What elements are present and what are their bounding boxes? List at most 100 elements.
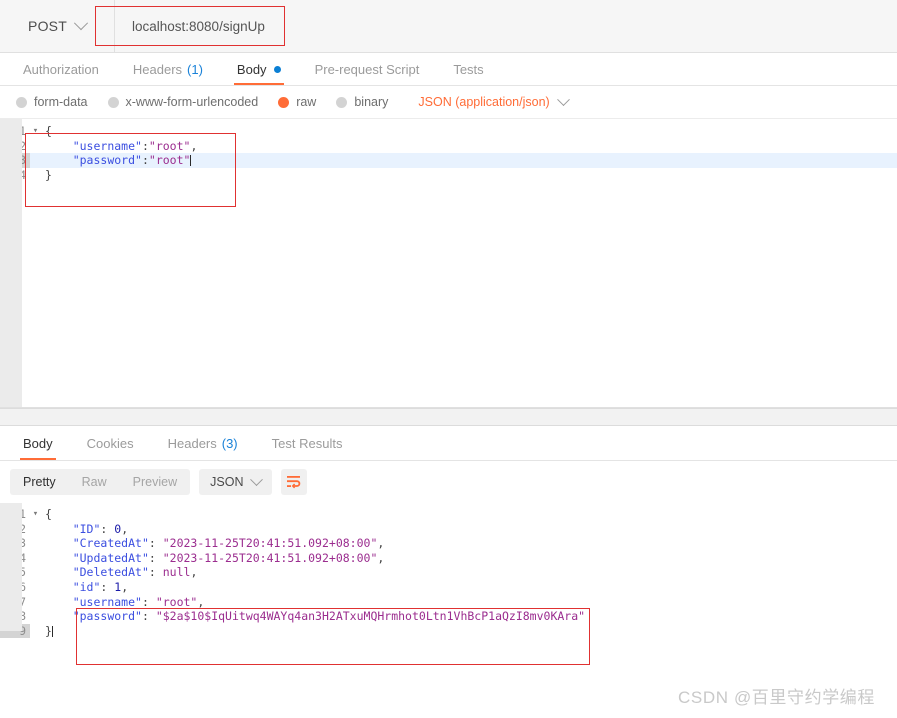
editor-gutter bbox=[0, 503, 22, 631]
body-type-form-data[interactable]: form-data bbox=[16, 95, 88, 109]
body-type-binary[interactable]: binary bbox=[336, 95, 388, 109]
response-format-selector[interactable]: JSON bbox=[199, 469, 273, 495]
response-tab-test-results[interactable]: Test Results bbox=[255, 426, 360, 460]
request-url-bar: POST localhost:8080/signUp bbox=[0, 0, 897, 53]
body-type-raw[interactable]: raw bbox=[278, 95, 316, 109]
tab-headers-count: (1) bbox=[187, 61, 203, 77]
json-key: "DeletedAt" bbox=[72, 565, 149, 580]
body-type-raw-label: raw bbox=[296, 95, 317, 109]
body-type-binary-label: binary bbox=[354, 95, 389, 109]
fold-toggle-icon[interactable]: ▾ bbox=[30, 124, 41, 139]
comma: , bbox=[190, 138, 198, 153]
fold-toggle-icon[interactable]: ▾ bbox=[30, 507, 41, 522]
json-value: null bbox=[162, 565, 191, 580]
response-view-mode-group: Pretty Raw Preview bbox=[10, 469, 191, 495]
json-value: "root" bbox=[148, 138, 191, 153]
json-key: "UpdatedAt" bbox=[72, 550, 149, 565]
json-key: "password" bbox=[72, 153, 142, 168]
content-type-label: JSON (application/json) bbox=[418, 95, 550, 109]
code-line: 2 "username":"root", bbox=[0, 139, 897, 154]
code-line: 9 } bbox=[0, 623, 897, 639]
tab-authorization-label: Authorization bbox=[23, 61, 99, 77]
code-text: { bbox=[41, 507, 52, 522]
brace: { bbox=[45, 507, 52, 521]
colon: : bbox=[100, 579, 115, 594]
code-line: 1 ▾ { bbox=[0, 507, 897, 522]
tab-pre-request-script[interactable]: Pre-request Script bbox=[298, 53, 437, 85]
comma: , bbox=[190, 565, 198, 580]
code-line: 5 "DeletedAt": null, bbox=[0, 565, 897, 580]
brace: } bbox=[45, 167, 52, 182]
response-tab-body-label: Body bbox=[23, 435, 53, 451]
brace: { bbox=[45, 124, 52, 138]
colon: : bbox=[141, 609, 156, 624]
radio-selected-icon bbox=[278, 96, 290, 108]
url-text: localhost:8080/signUp bbox=[132, 18, 265, 34]
comma: , bbox=[377, 550, 385, 565]
code-line-active: 3 "password":"root" bbox=[0, 153, 897, 168]
colon: : bbox=[100, 521, 115, 536]
tab-headers-label: Headers bbox=[132, 61, 183, 77]
json-value: "root" bbox=[148, 153, 191, 168]
response-tab-test-results-label: Test Results bbox=[271, 435, 343, 451]
response-body-editor[interactable]: 1 ▾ { 2 "ID": 0, 3 "CreatedAt": "2023-11… bbox=[0, 503, 897, 639]
json-key: "ID" bbox=[72, 521, 101, 536]
code-text: "username": "root", bbox=[41, 594, 205, 610]
json-value-password-hash: "$2a$10$IqUitwq4WAYq4an3H2ATxuMQHrmhot0L… bbox=[155, 609, 586, 624]
tab-body-label: Body bbox=[236, 61, 267, 77]
body-type-row: form-data x-www-form-urlencoded raw bina… bbox=[0, 86, 897, 119]
json-value: "root" bbox=[155, 594, 198, 609]
request-tab-bar: Authorization Headers (1) Body Pre-reque… bbox=[0, 53, 897, 86]
response-tab-bar: Body Cookies Headers (3) Test Results bbox=[0, 426, 897, 461]
url-input[interactable]: localhost:8080/signUp bbox=[115, 0, 897, 52]
code-line: 8 "password": "$2a$10$IqUitwq4WAYq4an3H2… bbox=[0, 609, 897, 624]
wrap-text-icon bbox=[287, 476, 301, 489]
response-format-label: JSON bbox=[210, 475, 244, 489]
view-mode-raw[interactable]: Raw bbox=[69, 469, 120, 495]
response-tab-headers[interactable]: Headers (3) bbox=[151, 426, 255, 460]
json-key: "id" bbox=[72, 579, 101, 594]
request-body-editor[interactable]: 1 ▾ { 2 "username":"root", 3 "password":… bbox=[0, 119, 897, 408]
colon: : bbox=[148, 536, 163, 551]
editor-gutter bbox=[0, 119, 22, 407]
response-tab-headers-count: (3) bbox=[221, 435, 238, 451]
response-tab-body[interactable]: Body bbox=[6, 426, 70, 460]
view-mode-pretty[interactable]: Pretty bbox=[10, 469, 69, 495]
view-mode-raw-label: Raw bbox=[81, 475, 107, 489]
view-mode-pretty-label: Pretty bbox=[23, 475, 56, 489]
radio-icon bbox=[336, 96, 348, 108]
code-line: 7 "username": "root", bbox=[0, 595, 897, 610]
colon: : bbox=[148, 550, 163, 565]
colon: : bbox=[141, 138, 149, 153]
radio-icon bbox=[16, 96, 27, 108]
comma: , bbox=[377, 536, 385, 551]
code-line: 4 } bbox=[0, 168, 897, 183]
code-text: "ID": 0, bbox=[41, 522, 128, 537]
view-mode-preview[interactable]: Preview bbox=[120, 469, 190, 495]
response-tab-cookies[interactable]: Cookies bbox=[70, 426, 151, 460]
comma: , bbox=[121, 579, 129, 594]
text-cursor bbox=[190, 155, 192, 167]
response-tab-cookies-label: Cookies bbox=[86, 435, 134, 451]
tab-body[interactable]: Body bbox=[220, 53, 298, 85]
json-value: "2023-11-25T20:41:51.092+08:00" bbox=[162, 550, 378, 565]
colon: : bbox=[141, 153, 149, 168]
code-line: 6 "id": 1, bbox=[0, 580, 897, 595]
body-type-urlencoded[interactable]: x-www-form-urlencoded bbox=[107, 95, 258, 109]
content-type-selector[interactable]: JSON (application/json) bbox=[418, 92, 570, 109]
tab-authorization[interactable]: Authorization bbox=[6, 53, 116, 85]
wrap-text-button[interactable] bbox=[281, 469, 308, 495]
code-text: "DeletedAt": null, bbox=[41, 565, 198, 580]
http-method-label: POST bbox=[28, 18, 67, 34]
json-key: "password" bbox=[72, 609, 142, 624]
tab-headers[interactable]: Headers (1) bbox=[116, 53, 220, 85]
json-value: "2023-11-25T20:41:51.092+08:00" bbox=[162, 536, 378, 551]
http-method-selector[interactable]: POST bbox=[0, 0, 115, 52]
code-text: "id": 1, bbox=[41, 580, 128, 595]
tab-tests[interactable]: Tests bbox=[436, 53, 500, 85]
